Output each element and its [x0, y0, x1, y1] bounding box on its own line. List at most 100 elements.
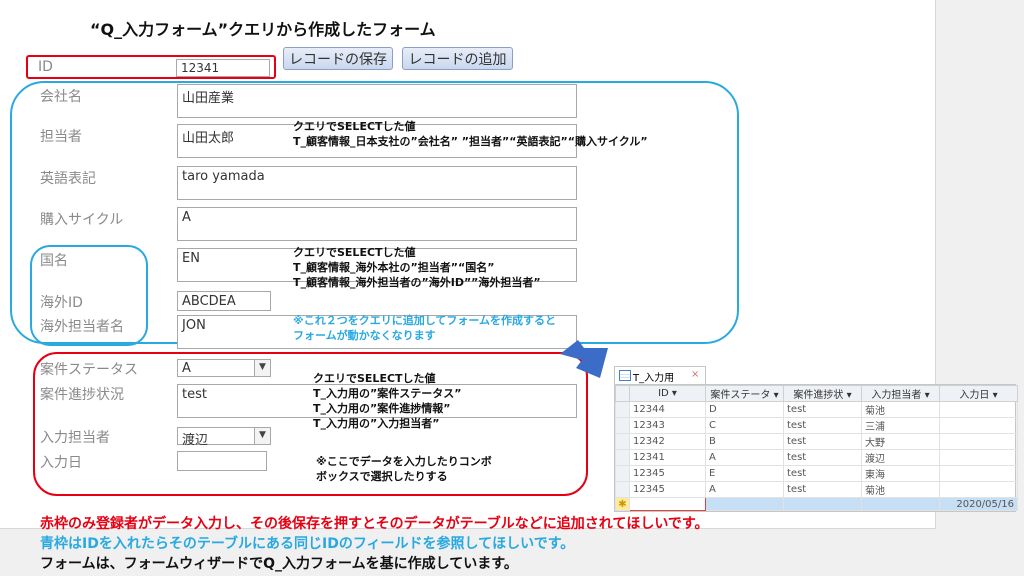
- table-cell[interactable]: 12343: [629, 417, 706, 434]
- table-cell[interactable]: B: [705, 433, 784, 450]
- table-cell[interactable]: test: [783, 449, 862, 466]
- table-cell[interactable]: test: [783, 401, 862, 418]
- input-date-label: 入力日: [40, 455, 82, 471]
- annotation-query-japan: クエリでSELECTした値 T_顧客情報_日本支社の”会社名” ”担当者”“英語…: [293, 119, 648, 149]
- annotation-line: T_顧客情報_日本支社の”会社名” ”担当者”“英語表記”“購入サイクル”: [293, 135, 648, 148]
- table-cell[interactable]: A: [705, 481, 784, 498]
- datasheet-body: 12344 Dtest 菊池 12343 Ctest 三浦 12342 Btest 大野 1234…: [615, 401, 1018, 511]
- table-cell[interactable]: E: [705, 465, 784, 482]
- table-cell[interactable]: [629, 497, 706, 511]
- cycle-field[interactable]: A: [177, 207, 577, 241]
- table-row[interactable]: 12341 Atest 渡辺: [615, 449, 1018, 466]
- person-label: 担当者: [40, 129, 82, 145]
- overseas-id-label: 海外ID: [40, 295, 83, 311]
- input-person-value: 渡辺: [182, 433, 209, 448]
- company-field[interactable]: 山田産業: [177, 84, 577, 118]
- datasheet-grid: ID ▾ 案件ステータ ▾ 案件進捗状 ▾ 入力担当者 ▾ 入力日 ▾ 1234…: [614, 384, 1018, 512]
- annotation-line: フォームが動かなくなります: [293, 329, 436, 342]
- input-person-combobox[interactable]: 渡辺 ▼: [177, 427, 271, 448]
- annotation-line: クエリでSELECTした値: [293, 246, 416, 259]
- english-label: 英語表記: [40, 171, 96, 187]
- table-icon: [619, 370, 631, 381]
- column-header[interactable]: ID ▾: [629, 385, 706, 402]
- row-selector[interactable]: [615, 401, 630, 418]
- table-cell[interactable]: 2020/05/16: [939, 497, 1018, 511]
- annotation-line: ボックスで選択したりする: [316, 470, 448, 483]
- table-cell[interactable]: 12344: [629, 401, 706, 418]
- table-cell[interactable]: 12345: [629, 465, 706, 482]
- save-record-button[interactable]: レコードの保存: [283, 47, 393, 70]
- table-cell[interactable]: [939, 417, 1018, 434]
- table-cell[interactable]: 12342: [629, 433, 706, 450]
- column-header[interactable]: 入力担当者 ▾: [861, 385, 940, 402]
- annotation-line: クエリでSELECTした値: [293, 120, 416, 133]
- table-cell[interactable]: [939, 433, 1018, 450]
- status-combobox[interactable]: A ▼: [177, 359, 271, 377]
- add-record-button[interactable]: レコードの追加: [402, 47, 513, 70]
- column-header[interactable]: 入力日 ▾: [939, 385, 1018, 402]
- chevron-down-icon[interactable]: ▼: [254, 360, 270, 376]
- column-header[interactable]: 案件進捗状 ▾: [783, 385, 862, 402]
- row-selector-header[interactable]: [615, 385, 630, 402]
- annotation-query-input: クエリでSELECTした値 T_入力用の”案件ステータス” T_入力用の”案件進…: [313, 371, 461, 431]
- chevron-down-icon[interactable]: ▼: [254, 428, 270, 444]
- input-date-field[interactable]: [177, 451, 267, 471]
- status-label: 案件ステータス: [40, 362, 138, 378]
- row-selector[interactable]: [615, 433, 630, 450]
- table-cell[interactable]: [939, 401, 1018, 418]
- table-row[interactable]: 12343 Ctest 三浦: [615, 417, 1018, 434]
- table-cell[interactable]: C: [705, 417, 784, 434]
- footer-note-red: 赤枠のみ登録者がデータ入力し、その後保存を押すとそのデータがテーブルなどに追加さ…: [40, 516, 709, 532]
- footer-note-blue: 青枠はIDを入れたらそのテーブルにある同じIDのフィールドを参照してほしいです。: [40, 536, 575, 552]
- footer-note-black: フォームは、フォームウィザードでQ_入力フォームを基に作成しています。: [40, 556, 518, 572]
- annotation-input-note: ※ここでデータを入力したりコンボ ボックスで選択したりする: [316, 454, 492, 484]
- annotation-warning: ※これ２つをクエリに追加してフォームを作成すると フォームが動かなくなります: [293, 313, 556, 343]
- column-header[interactable]: 案件ステータ ▾: [705, 385, 784, 402]
- new-record-marker[interactable]: ✱: [615, 497, 630, 511]
- overseas-id-field[interactable]: ABCDEA: [177, 291, 271, 311]
- row-selector[interactable]: [615, 465, 630, 482]
- row-selector[interactable]: [615, 449, 630, 466]
- table-cell[interactable]: test: [783, 465, 862, 482]
- tab-t-input[interactable]: T_入力用 ×: [614, 366, 706, 384]
- table-cell[interactable]: [861, 497, 940, 511]
- table-cell[interactable]: 12341: [629, 449, 706, 466]
- table-cell[interactable]: test: [783, 433, 862, 450]
- english-field[interactable]: taro yamada: [177, 166, 577, 200]
- annotation-line: T_入力用の”入力担当者”: [313, 417, 440, 430]
- table-cell[interactable]: 菊池: [861, 401, 940, 418]
- table-cell[interactable]: 渡辺: [861, 449, 940, 466]
- table-row[interactable]: 12342 Btest 大野: [615, 433, 1018, 450]
- annotation-line: ※これ２つをクエリに追加してフォームを作成すると: [293, 314, 557, 327]
- table-row[interactable]: 12345 Atest 菊池: [615, 481, 1018, 498]
- company-label: 会社名: [40, 89, 82, 105]
- id-label: ID: [38, 59, 53, 75]
- table-cell[interactable]: [939, 449, 1018, 466]
- table-cell[interactable]: [705, 497, 784, 511]
- data-table: ID ▾ 案件ステータ ▾ 案件進捗状 ▾ 入力担当者 ▾ 入力日 ▾ 1234…: [615, 385, 1018, 511]
- table-cell[interactable]: [783, 497, 862, 511]
- table-cell[interactable]: [939, 481, 1018, 498]
- close-icon[interactable]: ×: [691, 369, 699, 380]
- table-cell[interactable]: D: [705, 401, 784, 418]
- row-selector[interactable]: [615, 481, 630, 498]
- table-row[interactable]: 12345 Etest 東海: [615, 465, 1018, 482]
- id-field[interactable]: 12341: [176, 59, 270, 77]
- new-record-row[interactable]: ✱ 2020/05/16: [615, 497, 1018, 511]
- table-cell[interactable]: [939, 465, 1018, 482]
- annotation-line: T_入力用の”案件ステータス”: [313, 387, 462, 400]
- status-value: A: [182, 361, 191, 376]
- table-cell[interactable]: test: [783, 481, 862, 498]
- arrow-icon: [560, 340, 608, 378]
- table-cell[interactable]: test: [783, 417, 862, 434]
- table-cell[interactable]: 12345: [629, 481, 706, 498]
- table-cell[interactable]: 三浦: [861, 417, 940, 434]
- table-cell[interactable]: 大野: [861, 433, 940, 450]
- table-row[interactable]: 12344 Dtest 菊池: [615, 401, 1018, 418]
- table-cell[interactable]: 東海: [861, 465, 940, 482]
- country-label: 国名: [40, 253, 68, 269]
- annotation-line: クエリでSELECTした値: [313, 372, 436, 385]
- table-cell[interactable]: A: [705, 449, 784, 466]
- table-cell[interactable]: 菊池: [861, 481, 940, 498]
- row-selector[interactable]: [615, 417, 630, 434]
